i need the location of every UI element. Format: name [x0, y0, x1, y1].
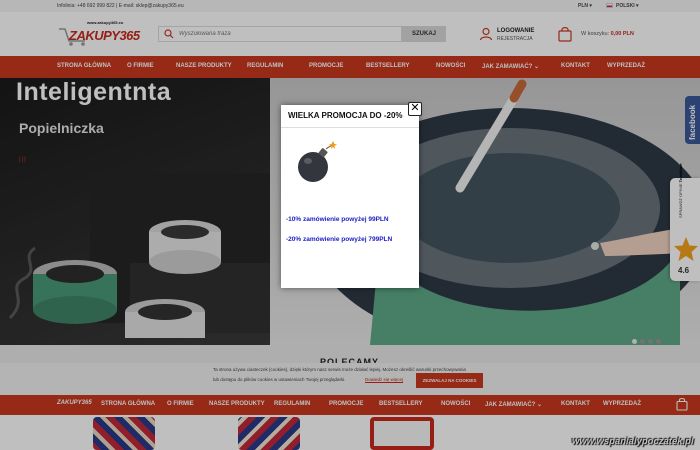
- promo-line-2: -20% zamówienie powyżej 799PLN: [286, 236, 393, 243]
- popup-divider: [281, 127, 419, 128]
- close-icon[interactable]: ✕: [408, 102, 422, 116]
- popup-title: WIELKA PROMOCJA DO -20%: [288, 111, 403, 120]
- promo-popup: WIELKA PROMOCJA DO -20% -10% zamówienie …: [281, 102, 422, 288]
- bomb-icon: [298, 141, 337, 182]
- promo-line-1: -10% zamówienie powyżej 99PLN: [286, 216, 389, 223]
